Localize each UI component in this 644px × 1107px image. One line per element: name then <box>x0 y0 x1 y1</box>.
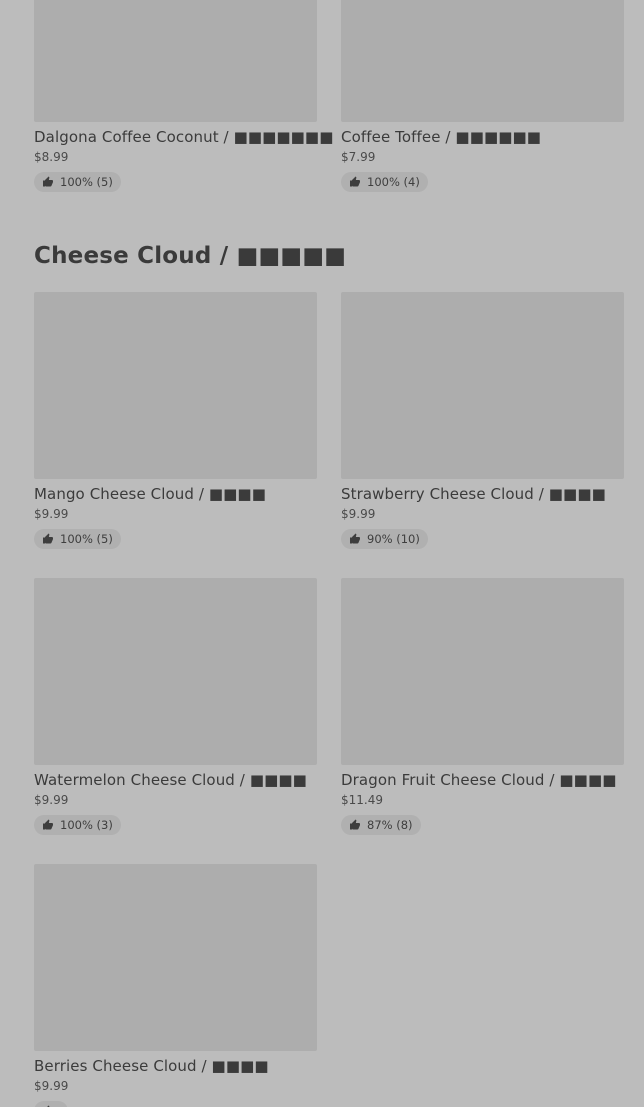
product-price: $11.49 <box>341 793 383 807</box>
product-name: Coffee Toffee / ■■■■■■ <box>341 128 542 146</box>
rating-text: 90% (10) <box>367 532 420 546</box>
product-name: Dragon Fruit Cheese Cloud / ■■■■ <box>341 771 617 789</box>
rating-badge: 100% (4) <box>341 172 428 192</box>
product-card[interactable]: Mango Cheese Cloud / ■■■■ $9.99 100% (5) <box>34 292 317 578</box>
product-image[interactable] <box>34 0 317 122</box>
product-image[interactable] <box>34 578 317 765</box>
rating-badge: 90% (10) <box>341 529 428 549</box>
rating-badge: 87% (8) <box>341 815 421 835</box>
thumbs-up-icon <box>350 819 360 830</box>
product-image[interactable] <box>34 864 317 1051</box>
product-name: Mango Cheese Cloud / ■■■■ <box>34 485 266 503</box>
product-card[interactable]: Dalgona Coffee Coconut / ■■■■■■■ $8.99 1… <box>34 0 334 221</box>
thumbs-up-icon <box>43 819 53 830</box>
product-image[interactable] <box>341 292 624 479</box>
product-price: $9.99 <box>34 507 69 521</box>
product-price: $9.99 <box>34 793 69 807</box>
thumbs-up-icon <box>350 176 360 187</box>
product-grid-cheese-cloud: Mango Cheese Cloud / ■■■■ $9.99 100% (5)… <box>34 292 624 1107</box>
rating-text: 100% (5) <box>60 175 113 189</box>
product-name: Strawberry Cheese Cloud / ■■■■ <box>341 485 606 503</box>
rating-text: 100% (5) <box>60 532 113 546</box>
rating-badge: 100% (5) <box>34 529 121 549</box>
product-price: $9.99 <box>34 1079 69 1093</box>
product-price: $7.99 <box>341 150 376 164</box>
product-card[interactable]: Watermelon Cheese Cloud / ■■■■ $9.99 100… <box>34 578 317 864</box>
product-name: Berries Cheese Cloud / ■■■■ <box>34 1057 269 1075</box>
product-card[interactable]: Coffee Toffee / ■■■■■■ $7.99 100% (4) <box>341 0 624 221</box>
product-card[interactable]: Dragon Fruit Cheese Cloud / ■■■■ $11.49 … <box>341 578 624 864</box>
product-image[interactable] <box>341 0 624 122</box>
rating-text: 87% (8) <box>367 818 413 832</box>
thumbs-up-icon <box>43 176 53 187</box>
product-name: Dalgona Coffee Coconut / ■■■■■■■ <box>34 128 334 146</box>
rating-badge: 100% (5) <box>34 172 121 192</box>
rating-text: 100% (3) <box>60 818 113 832</box>
product-price: $8.99 <box>34 150 69 164</box>
rating-badge <box>34 1101 68 1107</box>
rating-text: 100% (4) <box>367 175 420 189</box>
product-grid-previous: Dalgona Coffee Coconut / ■■■■■■■ $8.99 1… <box>34 0 624 221</box>
thumbs-up-icon <box>43 533 53 544</box>
thumbs-up-icon <box>350 533 360 544</box>
product-price: $9.99 <box>341 507 376 521</box>
product-image[interactable] <box>341 578 624 765</box>
product-image[interactable] <box>34 292 317 479</box>
product-card[interactable]: Strawberry Cheese Cloud / ■■■■ $9.99 90%… <box>341 292 624 578</box>
section-title: Cheese Cloud / ■■■■■ <box>34 243 347 269</box>
rating-badge: 100% (3) <box>34 815 121 835</box>
product-name: Watermelon Cheese Cloud / ■■■■ <box>34 771 307 789</box>
product-card[interactable]: Berries Cheese Cloud / ■■■■ $9.99 <box>34 864 317 1107</box>
